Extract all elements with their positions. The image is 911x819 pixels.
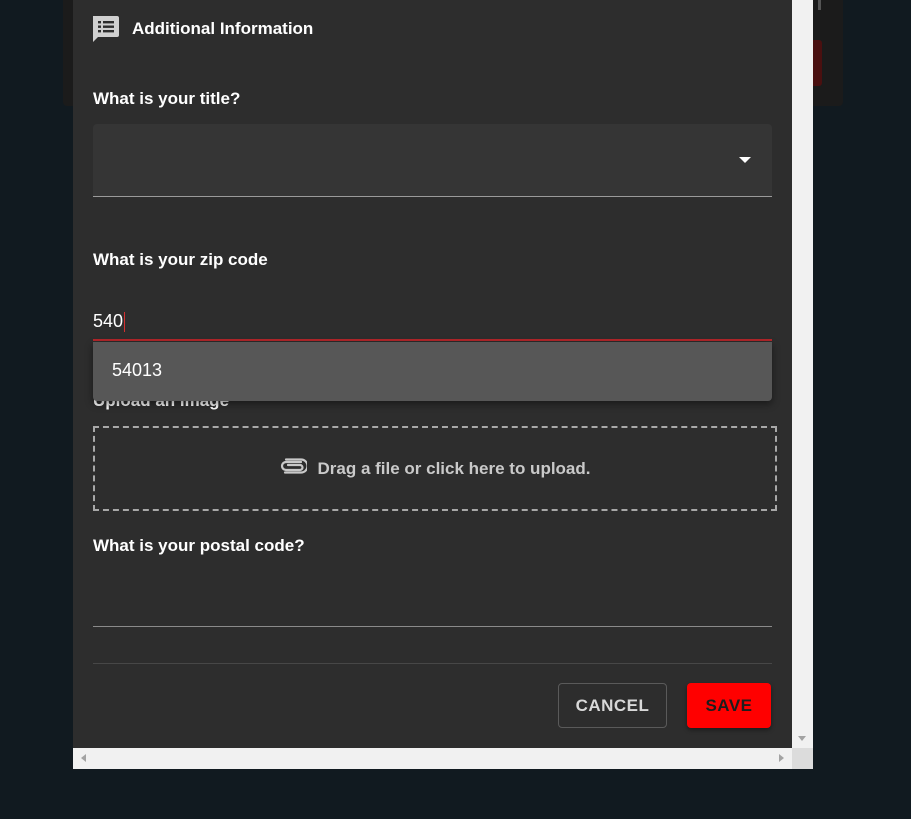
dialog-content: Additional Information What is your titl…	[73, 0, 792, 748]
scrollbar-corner	[792, 748, 813, 769]
section-title: Additional Information	[132, 19, 314, 38]
cancel-button[interactable]: CANCEL	[558, 683, 667, 728]
vertical-scrollbar[interactable]	[792, 0, 813, 748]
horizontal-scrollbar[interactable]	[73, 748, 792, 769]
scroll-left-arrow-icon[interactable]	[81, 754, 86, 762]
actions-divider	[93, 663, 772, 664]
title-select[interactable]	[93, 124, 772, 197]
zip-code-value: 540	[93, 311, 124, 331]
postal-label: What is your postal code?	[93, 536, 305, 555]
save-button[interactable]: SAVE	[687, 683, 771, 728]
postal-code-input[interactable]	[93, 574, 772, 627]
section-header: Additional Information	[90, 14, 313, 44]
scroll-down-arrow-icon[interactable]	[798, 736, 806, 741]
text-cursor	[124, 312, 126, 333]
paperclip-icon	[279, 457, 310, 480]
upload-dropzone[interactable]: Drag a file or click here to upload.	[93, 426, 777, 511]
dialog: Additional Information What is your titl…	[73, 0, 813, 769]
zip-label: What is your zip code	[93, 250, 268, 269]
scroll-right-arrow-icon[interactable]	[779, 754, 784, 762]
list-comment-icon	[90, 14, 120, 44]
title-label: What is your title?	[93, 89, 241, 108]
dropdown-caret-icon	[739, 157, 751, 163]
background-mark	[818, 0, 821, 10]
zip-autocomplete-menu: 54013	[93, 342, 772, 401]
zip-code-input[interactable]: 540	[93, 306, 772, 341]
autocomplete-option[interactable]: 54013	[112, 360, 162, 381]
upload-instructions: Drag a file or click here to upload.	[317, 458, 591, 478]
